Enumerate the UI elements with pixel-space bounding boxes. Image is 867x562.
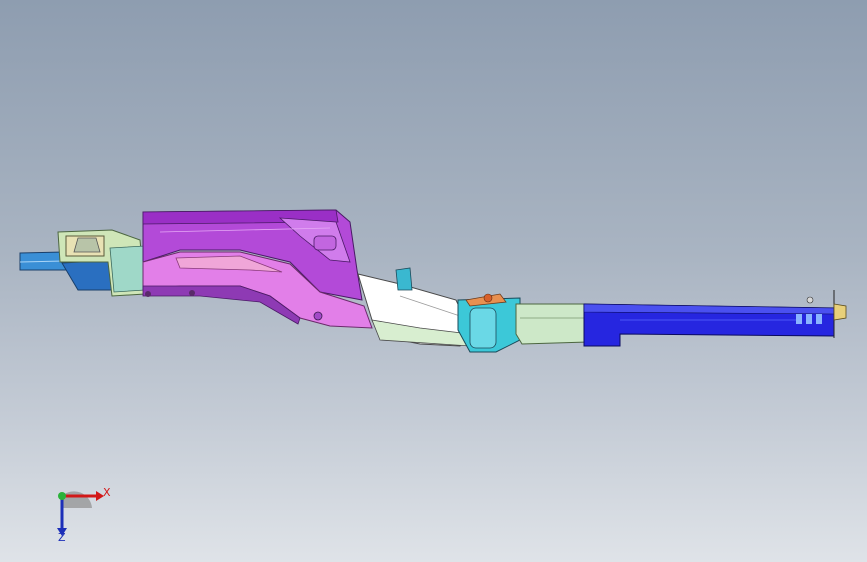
mid-rail[interactable] <box>515 303 589 345</box>
rear-rail[interactable] <box>583 290 835 347</box>
z-axis-label: Z <box>58 531 66 544</box>
chassis-frame-rail-model[interactable] <box>0 0 867 562</box>
x-axis-label: X <box>103 486 111 499</box>
coordinate-triad: X Z <box>40 478 120 550</box>
mid-mount-bracket[interactable] <box>457 293 521 353</box>
graphics-viewport[interactable]: X Z <box>0 0 867 562</box>
kickup-section[interactable] <box>357 267 471 347</box>
